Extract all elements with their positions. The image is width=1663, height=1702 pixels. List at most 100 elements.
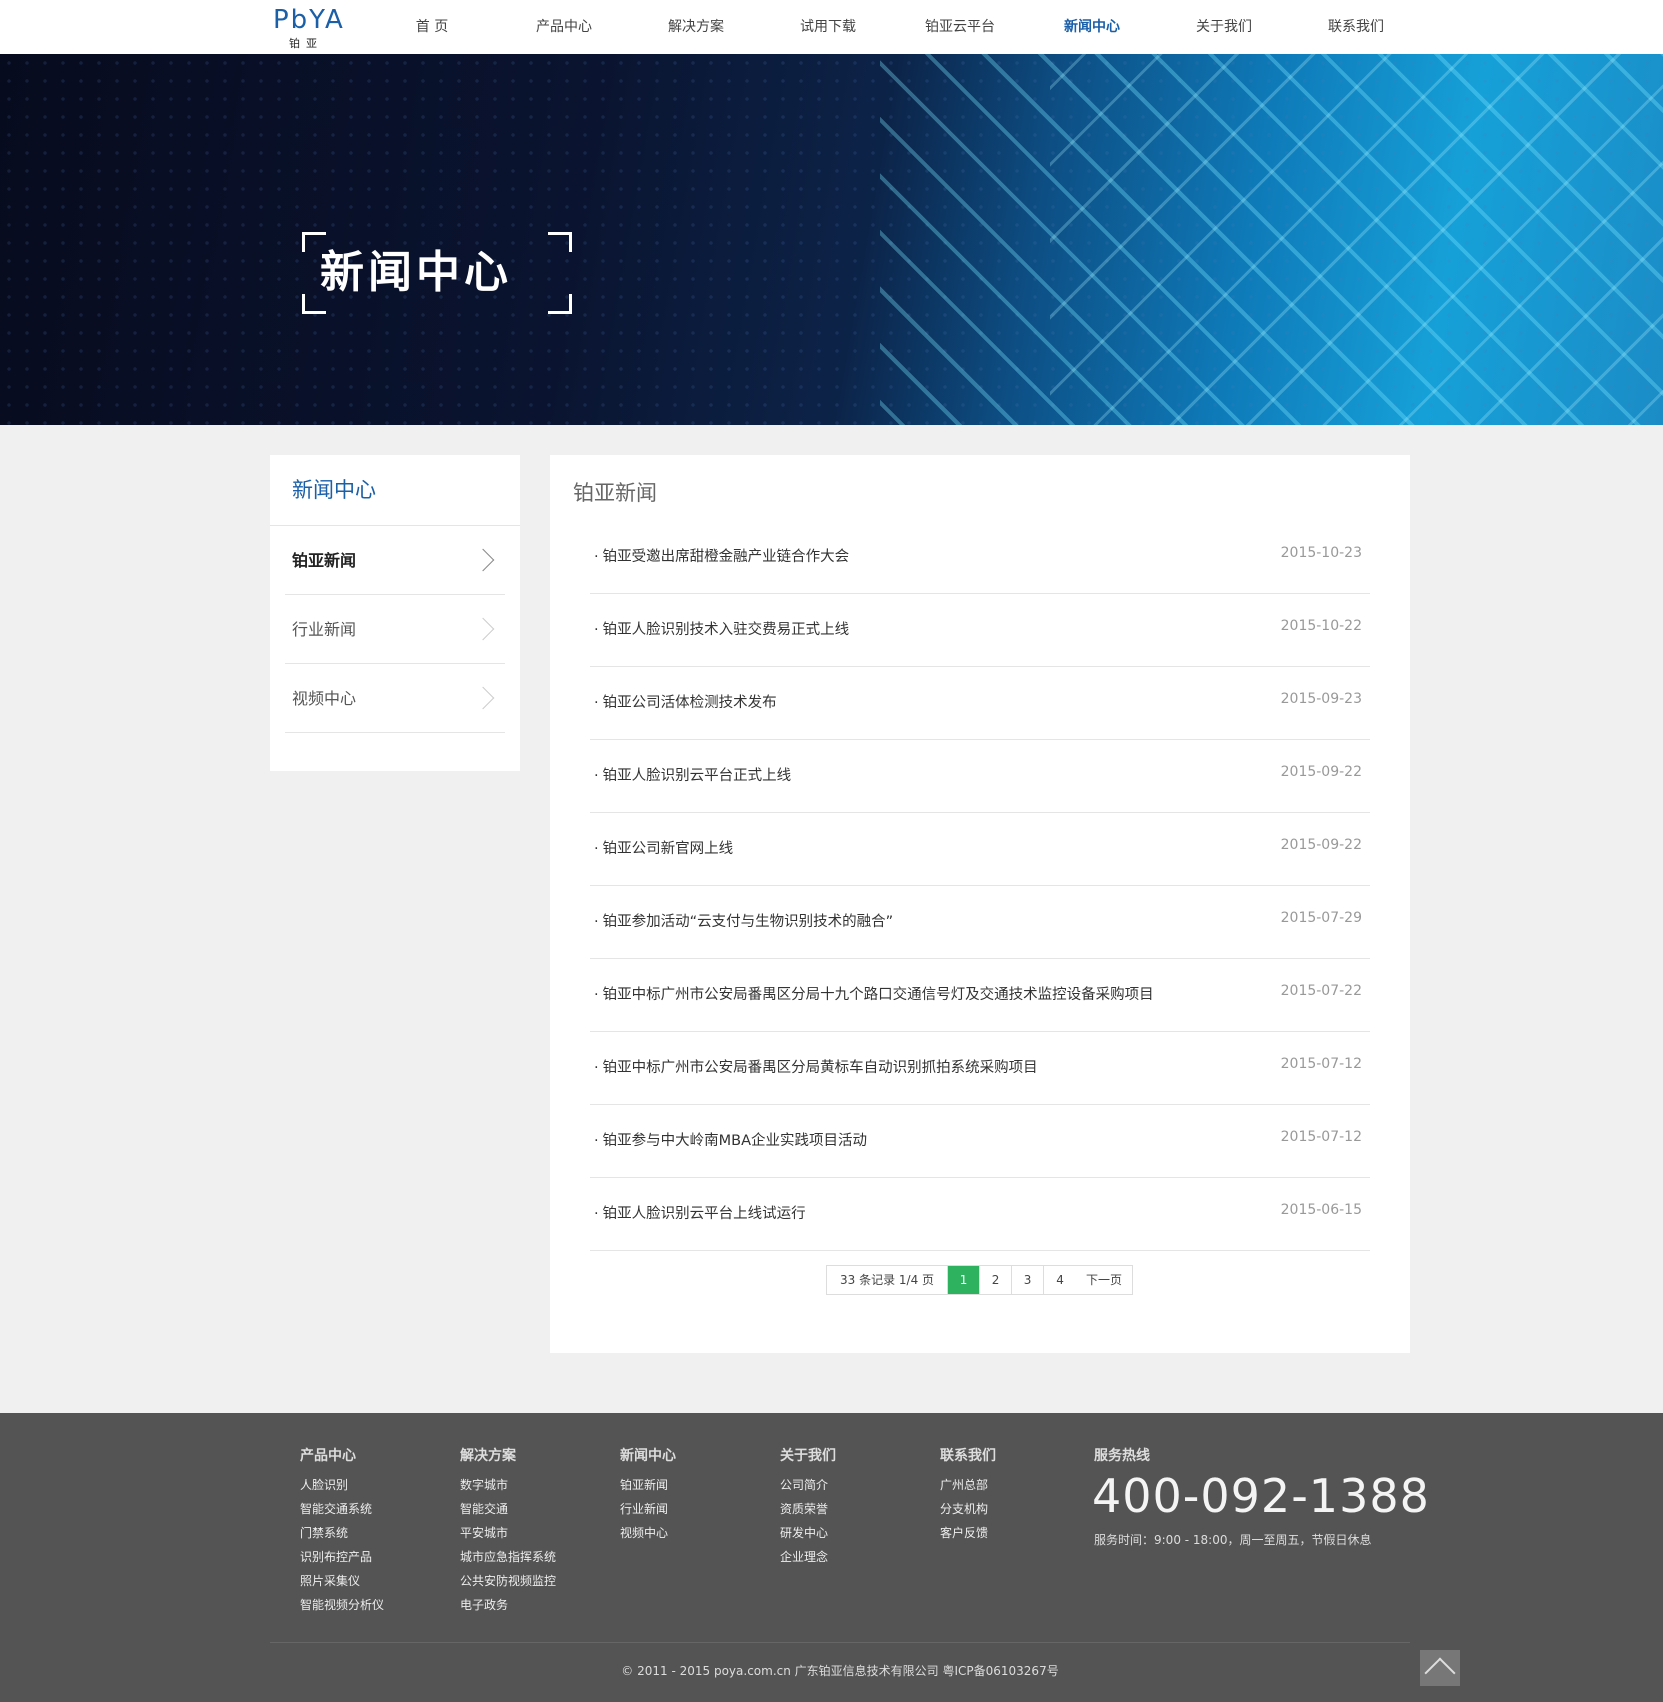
news-row[interactable]: 铂亚参加活动“云支付与生物识别技术的融合” 2015-07-29 [590, 886, 1370, 959]
section-title: 铂亚新闻 [573, 481, 657, 505]
footer-link[interactable]: 客户反馈 [940, 1521, 996, 1545]
sidebar-menu: 铂亚新闻行业新闻视频中心 [270, 526, 520, 733]
footer-link[interactable]: 企业理念 [780, 1545, 836, 1569]
sidebar-item[interactable]: 视频中心 [285, 664, 505, 733]
page-banner: 新闻中心 [0, 54, 1663, 425]
news-row[interactable]: 铂亚受邀出席甜橙金融产业链合作大会 2015-10-23 [590, 521, 1370, 594]
logo-subtitle: 铂亚 [289, 37, 323, 50]
footer-link[interactable]: 门禁系统 [300, 1521, 384, 1545]
news-row[interactable]: 铂亚公司活体检测技术发布 2015-09-23 [590, 667, 1370, 740]
footer-link[interactable]: 资质荣誉 [780, 1497, 836, 1521]
footer-link[interactable]: 铂亚新闻 [620, 1473, 676, 1497]
nav-item[interactable]: 产品中心 [498, 0, 630, 54]
news-title-link[interactable]: 铂亚公司活体检测技术发布 [594, 691, 777, 712]
chevron-right-icon [471, 548, 495, 572]
nav-item[interactable]: 铂亚云平台 [894, 0, 1026, 54]
page-number-button[interactable]: 3 [1012, 1266, 1045, 1294]
news-date: 2015-09-22 [1280, 837, 1362, 853]
news-title-link[interactable]: 铂亚参加活动“云支付与生物识别技术的融合” [594, 910, 894, 931]
news-row[interactable]: 铂亚中标广州市公安局番禺区分局十九个路口交通信号灯及交通技术监控设备采购项目 20… [590, 959, 1370, 1032]
footer-link[interactable]: 智能交通系统 [300, 1497, 384, 1521]
news-title-link[interactable]: 铂亚人脸识别云平台正式上线 [594, 764, 792, 785]
news-row[interactable]: 铂亚中标广州市公安局番禺区分局黄标车自动识别抓拍系统采购项目 2015-07-12 [590, 1032, 1370, 1105]
footer-link[interactable]: 数字城市 [460, 1473, 556, 1497]
footer-column: 联系我们广州总部 分支机构 客户反馈 [940, 1445, 996, 1545]
footer-column: 关于我们公司简介 资质荣誉 研发中心 企业理念 [780, 1445, 836, 1569]
news-title-link[interactable]: 铂亚中标广州市公安局番禺区分局十九个路口交通信号灯及交通技术监控设备采购项目 [594, 983, 1154, 1004]
footer-link[interactable]: 平安城市 [460, 1521, 556, 1545]
chevron-up-icon [1424, 1657, 1456, 1689]
footer-link[interactable]: 照片采集仪 [300, 1569, 384, 1593]
footer-column-heading: 关于我们 [780, 1448, 836, 1464]
back-to-top-button[interactable] [1420, 1650, 1460, 1689]
news-list: 铂亚受邀出席甜橙金融产业链合作大会 2015-10-23 铂亚人脸识别技术入驻交费易… [590, 521, 1370, 1251]
sidebar-item-label: 铂亚新闻 [292, 551, 357, 570]
news-date: 2015-07-12 [1280, 1129, 1362, 1145]
news-row[interactable]: 铂亚人脸识别云平台正式上线 2015-09-22 [590, 740, 1370, 813]
nav-item[interactable]: 关于我们 [1158, 0, 1290, 54]
logo-mark: PbYA [273, 5, 345, 35]
footer-link[interactable]: 公司简介 [780, 1473, 836, 1497]
banner-stripe-pattern-2 [1050, 54, 1663, 425]
news-row[interactable]: 铂亚公司新官网上线 2015-09-22 [590, 813, 1370, 886]
logo[interactable]: PbYA 铂亚 [273, 6, 343, 50]
footer-link[interactable]: 人脸识别 [300, 1473, 384, 1497]
nav-item[interactable]: 解决方案 [630, 0, 762, 54]
news-title-link[interactable]: 铂亚人脸识别云平台上线试运行 [594, 1202, 806, 1223]
news-title-link[interactable]: 铂亚受邀出席甜橙金融产业链合作大会 [594, 545, 850, 566]
news-title-link[interactable]: 铂亚公司新官网上线 [594, 837, 734, 858]
news-title-link[interactable]: 铂亚参与中大岭南MBA企业实践项目活动 [594, 1129, 867, 1150]
nav-item[interactable]: 首 页 [366, 0, 498, 54]
news-date: 2015-07-29 [1280, 910, 1362, 926]
main-content: 铂亚新闻 铂亚受邀出席甜橙金融产业链合作大会 2015-10-23 铂亚人脸识别技术… [550, 455, 1410, 1353]
news-row[interactable]: 铂亚人脸识别技术入驻交费易正式上线 2015-10-22 [590, 594, 1370, 667]
footer-link[interactable]: 行业新闻 [620, 1497, 676, 1521]
page-number-button[interactable]: 4 [1044, 1266, 1076, 1294]
banner-title-frame: 新闻中心 [302, 232, 572, 314]
footer-link[interactable]: 公共安防视频监控 [460, 1569, 556, 1593]
nav-item[interactable]: 试用下载 [762, 0, 894, 54]
news-date: 2015-06-15 [1280, 1202, 1362, 1218]
footer-link[interactable]: 分支机构 [940, 1497, 996, 1521]
sidebar: 新闻中心 铂亚新闻行业新闻视频中心 [270, 455, 520, 771]
footer-column: 产品中心人脸识别 智能交通系统 门禁系统 识别布控产品 照片采集仪 智能视频分析仪 [300, 1445, 384, 1617]
nav-item[interactable]: 联系我们 [1290, 0, 1422, 54]
footer-link[interactable]: 广州总部 [940, 1473, 996, 1497]
hotline-heading: 服务热线 [1094, 1448, 1150, 1464]
footer-column: 新闻中心 铂亚新闻 行业新闻 视频中心 [620, 1445, 676, 1545]
nav-item[interactable]: 新闻中心 [1026, 0, 1158, 54]
page-number-button[interactable]: 1 [948, 1266, 981, 1294]
footer-column-heading: 产品中心 [300, 1448, 356, 1464]
site-footer: 产品中心 人脸识别 智能交通系统 门禁系统 识别布控产品 照片采集仪 智能视频分析仪 解决方案… [0, 1413, 1663, 1702]
footer-column-heading: 联系我们 [940, 1448, 996, 1464]
footer-link[interactable]: 识别布控产品 [300, 1545, 384, 1569]
footer-link[interactable]: 研发中心 [780, 1521, 836, 1545]
footer-link[interactable]: 城市应急指挥系统 [460, 1545, 556, 1569]
bracket-top-right [548, 232, 572, 252]
hotline-number: 400-092-1388 [1092, 1469, 1430, 1523]
footer-link[interactable]: 智能视频分析仪 [300, 1593, 384, 1617]
news-title-link[interactable]: 铂亚人脸识别技术入驻交费易正式上线 [594, 618, 850, 639]
footer-column-heading: 解决方案 [460, 1448, 516, 1464]
news-row[interactable]: 铂亚人脸识别云平台上线试运行 2015-06-15 [590, 1178, 1370, 1251]
footer-link[interactable]: 智能交通 [460, 1497, 556, 1521]
main-nav: 首 页产品中心 解决方案 试用下载 铂亚云平台 新闻中心 关于我们 联系我们 [366, 0, 1422, 54]
next-page-button[interactable]: 下一页 [1076, 1266, 1132, 1294]
footer-link[interactable]: 电子政务 [460, 1593, 556, 1617]
sidebar-item[interactable]: 铂亚新闻 [285, 526, 505, 595]
site-header: PbYA 铂亚 首 页产品中心 解决方案 试用下载 铂亚云平台 新闻中心 关于我们 联系我们 [0, 0, 1663, 54]
news-date: 2015-09-23 [1280, 691, 1362, 707]
sidebar-item[interactable]: 行业新闻 [285, 595, 505, 664]
news-title-link[interactable]: 铂亚中标广州市公安局番禺区分局黄标车自动识别抓拍系统采购项目 [594, 1056, 1038, 1077]
footer-column: 解决方案数字城市 智能交通 平安城市 城市应急指挥系统 公共安防视频监控 电子政务 [460, 1445, 556, 1617]
sidebar-title: 新闻中心 [270, 455, 520, 526]
footer-link[interactable]: 视频中心 [620, 1521, 676, 1545]
sidebar-item-label: 行业新闻 [292, 620, 357, 639]
news-date: 2015-07-12 [1280, 1056, 1362, 1072]
news-date: 2015-10-23 [1280, 545, 1362, 561]
service-hours: 服务时间：9:00 - 18:00，周一至周五，节假日休息 [1094, 1533, 1372, 1547]
news-date: 2015-07-22 [1280, 983, 1362, 999]
news-date: 2015-09-22 [1280, 764, 1362, 780]
news-row[interactable]: 铂亚参与中大岭南MBA企业实践项目活动 2015-07-12 [590, 1105, 1370, 1178]
page-number-button[interactable]: 2 [980, 1266, 1013, 1294]
